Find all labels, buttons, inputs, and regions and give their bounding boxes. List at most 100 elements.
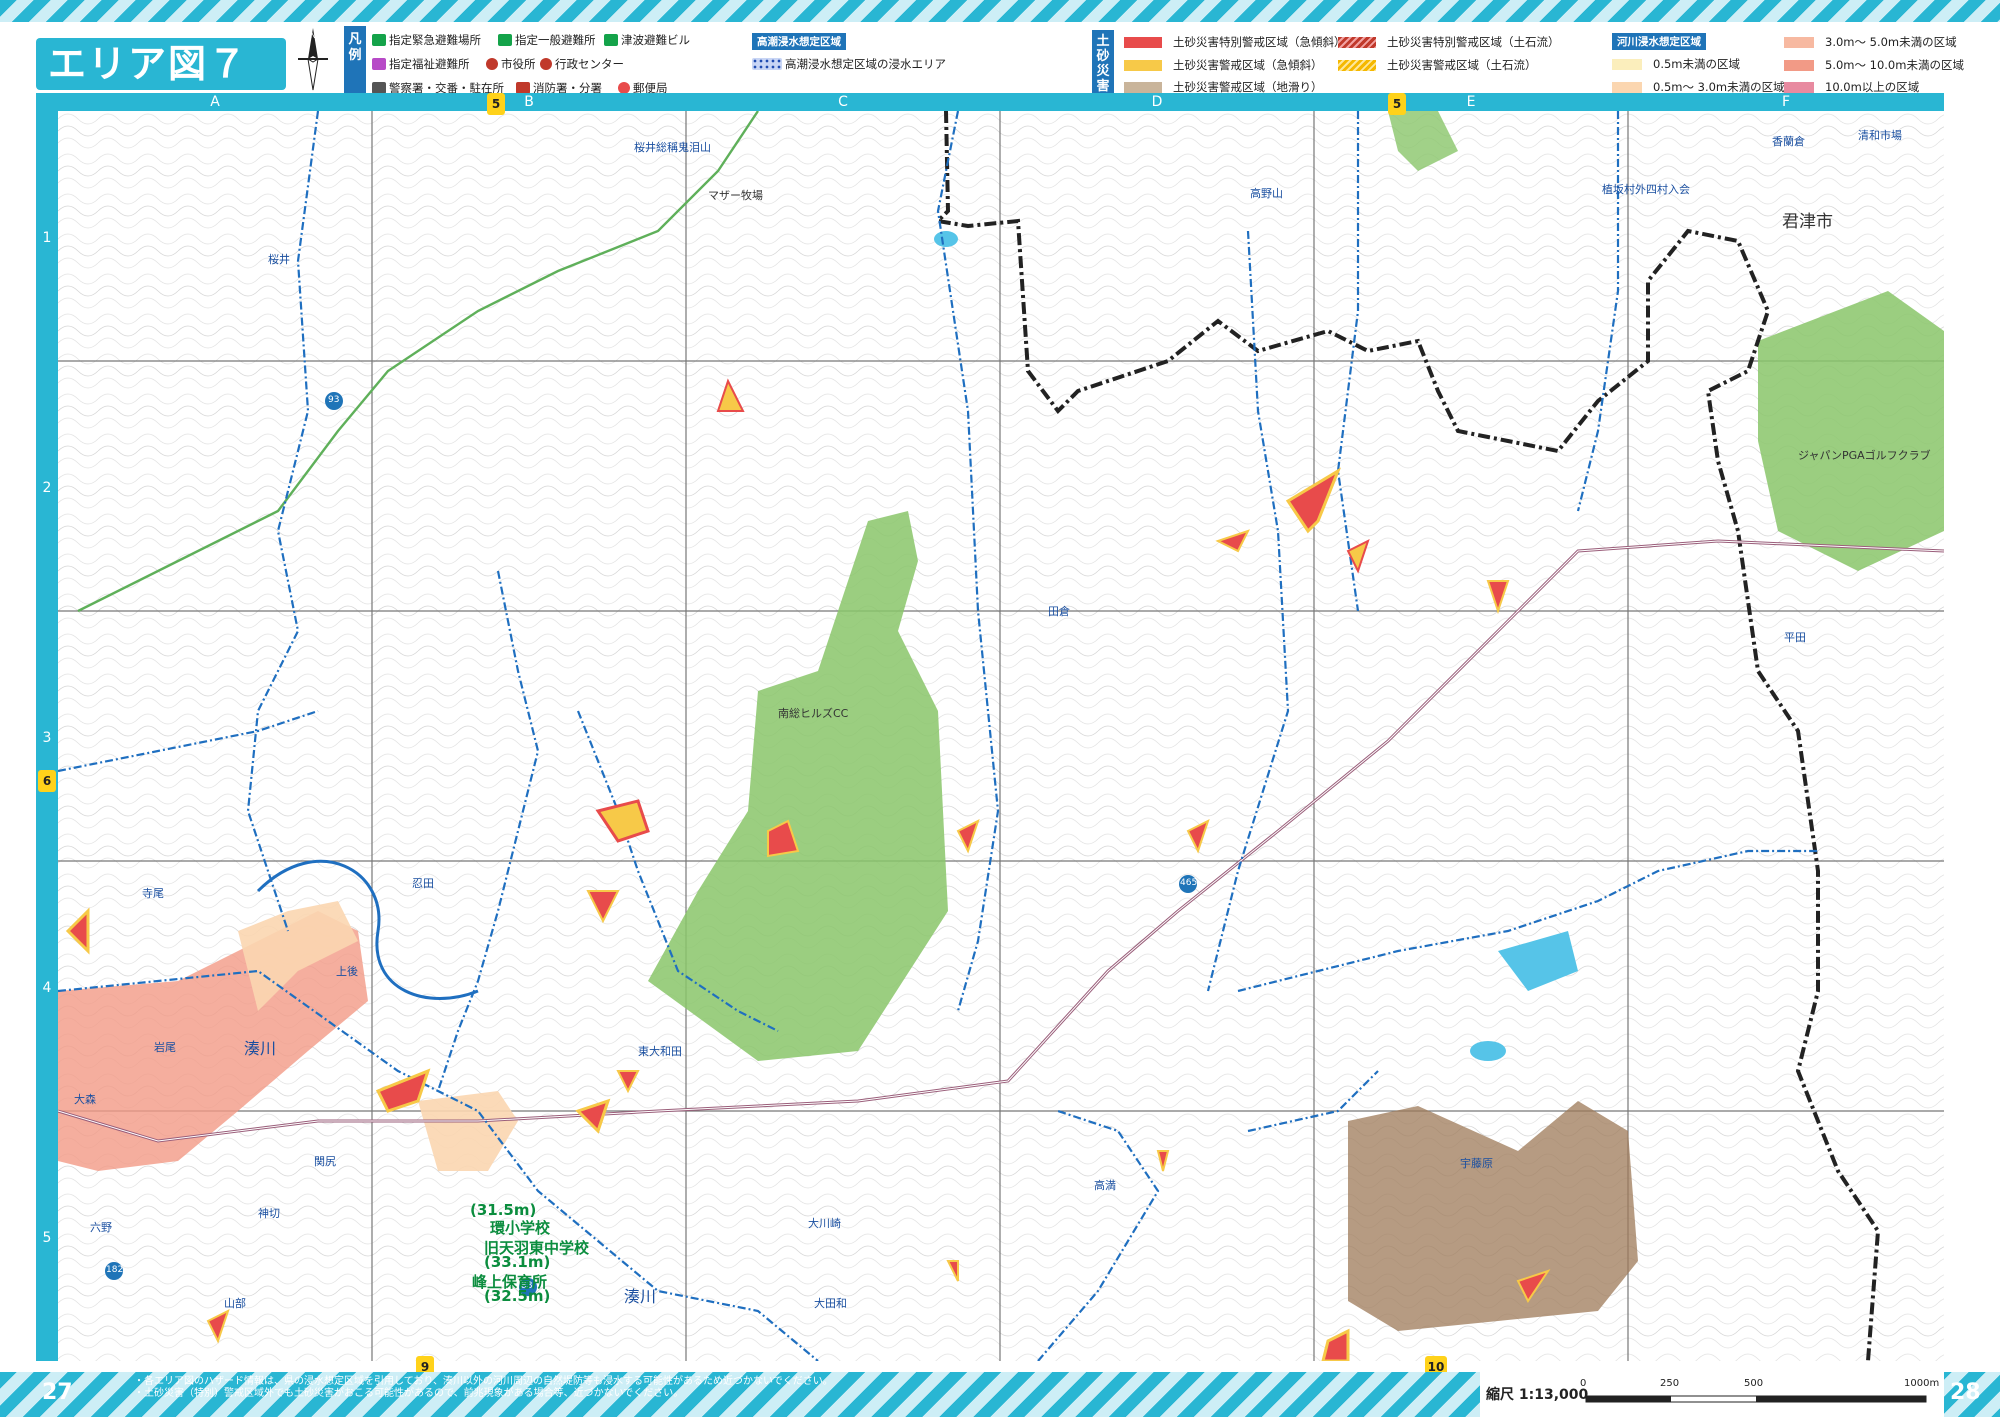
label-nishi-shiro: 植坂村外四村入会 — [1602, 183, 1690, 196]
flood-swatch — [1784, 59, 1814, 71]
marker-top-e: 5 — [1388, 93, 1406, 115]
label-yoshio: 岩尾 — [154, 1041, 176, 1054]
route-93: 93 — [328, 395, 340, 405]
legend-flood-3: 5.0m～ 10.0m未満の区域 — [1784, 57, 1964, 73]
legend-sediment-3: 土砂災害警戒区域（土石流） — [1338, 57, 1537, 73]
label-ueushiro: 上後 — [336, 965, 358, 978]
legend-sediment-0: 土砂災害特別警戒区域（急傾斜） — [1124, 34, 1346, 50]
scale-label: 縮尺 1:13,000 — [1486, 1387, 1589, 1403]
label-tagura: 田倉 — [1048, 605, 1070, 618]
label-rokuno: 六野 — [90, 1221, 112, 1234]
row-3: 3 — [42, 730, 52, 746]
label-gengo: 香蘭倉 — [1772, 135, 1805, 148]
label-owada: 大田和 — [814, 1297, 847, 1310]
label-takanoyama: 高野山 — [1250, 187, 1283, 200]
label-seiwa: 清和市場 — [1858, 129, 1902, 142]
column-c: C — [838, 94, 848, 110]
svg-text:N: N — [310, 31, 316, 40]
route-465: 465 — [1180, 878, 1198, 888]
row-2: 2 — [42, 480, 52, 496]
facility-elev-2: (33.1m) — [484, 1253, 551, 1271]
footer-note-1: ・各エリア図のハザード情報は、県の浸水想定区域を引用しており、湊川以外の河川周辺… — [134, 1376, 833, 1387]
sediment-heading: 土砂災害 — [1092, 30, 1114, 94]
legend-sediment-1: 土砂災害特別警戒区域（土石流） — [1338, 34, 1560, 50]
label-okawasaki: 大川崎 — [808, 1217, 841, 1230]
column-e: E — [1466, 94, 1476, 110]
scale-tick-500: 500 — [1744, 1378, 1764, 1389]
scale-tick-0: 0 — [1580, 1378, 1587, 1389]
page-title: エリア図７ — [36, 38, 286, 90]
general-shelter-icon — [498, 34, 512, 46]
legend-flood-2: 3.0m～ 5.0m未満の区域 — [1784, 34, 1957, 50]
column-d: D — [1151, 94, 1163, 110]
legend-admin-center: 行政センター — [540, 56, 624, 72]
label-sakurai: 桜井 — [268, 253, 290, 266]
label-kimitsu-city: 君津市 — [1782, 212, 1833, 232]
label-nanso-hills: 南総ヒルズCC — [778, 707, 849, 720]
legend-flood-0: 0.5m未満の区域 — [1612, 56, 1740, 72]
row-1: 1 — [42, 230, 52, 246]
label-takamitsu: 高満 — [1094, 1179, 1116, 1192]
page-number-left: 27 — [42, 1380, 73, 1405]
label-ohmori: 大森 — [74, 1093, 96, 1106]
legend-sediment-2: 土砂災害警戒区域（急傾斜） — [1124, 57, 1323, 73]
map-canvas — [58, 111, 1944, 1361]
sediment-swatch — [1124, 81, 1162, 93]
scale-bar — [1585, 1395, 1927, 1403]
facility-tamaki-school[interactable]: 環小学校 — [490, 1217, 550, 1238]
emergency-shelter-icon — [372, 34, 386, 46]
label-japan-pga: ジャパンPGAゴルフクラブ — [1798, 449, 1931, 462]
storm-surge-heading: 高潮浸水想定区域 — [752, 33, 846, 50]
label-kanbuchi: 神切 — [258, 1207, 280, 1220]
label-sekijiri: 関尻 — [314, 1155, 336, 1168]
river-flood-heading: 河川浸水想定区域 — [1612, 33, 1706, 50]
flood-swatch — [1784, 36, 1814, 48]
legend-storm-surge: 高潮浸水想定区域の浸水エリア — [752, 56, 946, 72]
flood-swatch — [1612, 58, 1642, 70]
column-f: F — [1781, 94, 1791, 110]
legend-city-hall: 市役所 — [486, 56, 536, 72]
label-yamanobe: 山部 — [224, 1297, 246, 1310]
column-a: A — [210, 94, 220, 110]
footer-notes: ・各エリア図のハザード情報は、県の浸水想定区域を引用しており、湊川以外の河川周辺… — [134, 1376, 914, 1400]
welfare-shelter-icon — [372, 58, 386, 70]
legend-label: 凡例 — [344, 26, 366, 94]
label-higashi-owada: 東大和田 — [638, 1045, 682, 1058]
map-page: エリア図７ N 凡例 指定緊急避難場所 指定一般避難所 津波避難ビル 指定福祉避… — [0, 0, 2000, 1417]
legend-tsunami-building: 津波避難ビル — [604, 32, 690, 48]
legend-general-shelter: 指定一般避難所 — [498, 32, 596, 48]
label-mother-farm: マザー牧場 — [708, 189, 763, 202]
label-hirata: 平田 — [1784, 631, 1806, 644]
footer-note-2: ・土砂災害（特別）警戒区域外でも土砂災害がおこる可能性があるので、前兆現象がある… — [134, 1388, 684, 1399]
label-sakurai-kanonji: 桜井総稱鬼泪山 — [634, 141, 711, 154]
scale-tick-1000: 1000m — [1904, 1378, 1940, 1389]
city-hall-icon — [486, 58, 498, 70]
row-5: 5 — [42, 1230, 52, 1246]
sediment-swatch — [1338, 36, 1376, 48]
row-4: 4 — [42, 980, 52, 996]
label-shimoda: 忍田 — [412, 877, 434, 890]
label-ukata: 宇藤原 — [1460, 1157, 1493, 1170]
top-stripe — [0, 0, 2000, 22]
legend-welfare-shelter: 指定福祉避難所 — [372, 56, 470, 72]
flood-swatch — [1784, 81, 1814, 93]
route-182: 182 — [106, 1265, 124, 1275]
hazard-map[interactable]: 桜井総稱鬼泪山 マザー牧場 高野山 君津市 香蘭倉 清和市場 植坂村外四村入会 … — [58, 111, 1944, 1361]
sediment-swatch — [1124, 59, 1162, 71]
scale-box: 縮尺 1:13,000 0 250 500 1000m — [1480, 1372, 1944, 1417]
sediment-swatch — [1124, 36, 1162, 48]
page-number-right: 28 — [1950, 1380, 1981, 1405]
tsunami-building-icon — [604, 34, 618, 46]
storm-surge-swatch — [752, 58, 782, 70]
legend-emergency-shelter: 指定緊急避難場所 — [372, 32, 481, 48]
north-arrow-icon: N — [298, 28, 328, 91]
column-b: B — [524, 94, 534, 110]
label-teramae: 寺尾 — [142, 887, 164, 900]
label-minatogawa: 湊川 — [244, 1039, 277, 1058]
scale-tick-250: 250 — [1660, 1378, 1680, 1389]
marker-left: 6 — [38, 770, 56, 792]
flood-swatch — [1612, 81, 1642, 93]
admin-center-icon — [540, 58, 552, 70]
label-minatogawa-2: 湊川 — [624, 1287, 657, 1306]
sediment-swatch — [1338, 59, 1376, 71]
